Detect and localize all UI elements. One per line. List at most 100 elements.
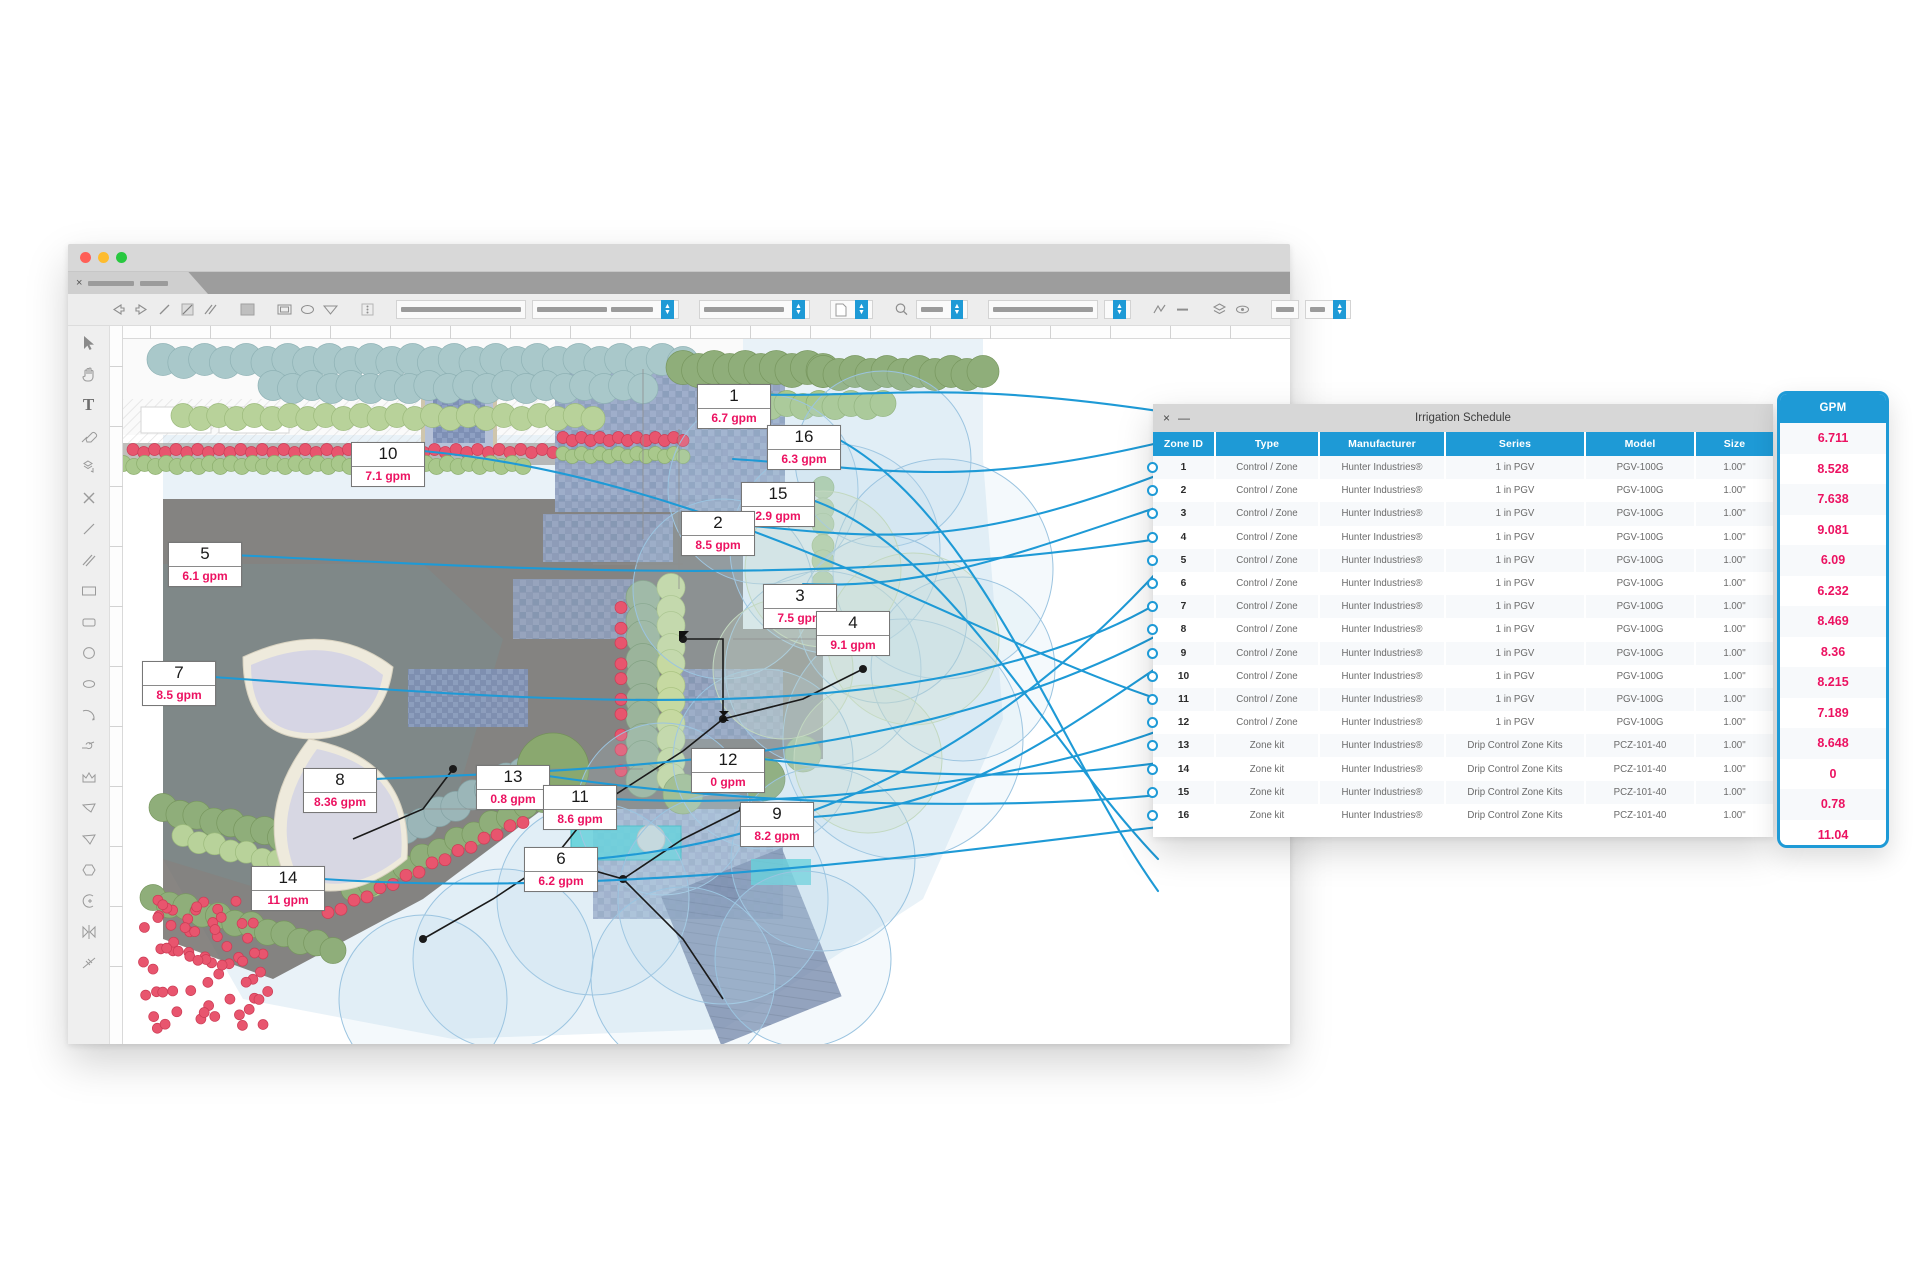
- table-row[interactable]: 6 Control / Zone Hunter Industries® 1 in PG…: [1153, 572, 1773, 595]
- table-row[interactable]: 10 Control / Zone Hunter Industries® 1 in P…: [1153, 665, 1773, 688]
- dash-icon[interactable]: [1174, 301, 1191, 318]
- zone-callout[interactable]: 8 8.36 gpm: [303, 768, 377, 813]
- table-row[interactable]: 12 Control / Zone Hunter Industries® 1 in P…: [1153, 711, 1773, 734]
- cad-document-tab[interactable]: ×: [68, 272, 208, 294]
- site-plan-drawing[interactable]: 1 6.7 gpm 16 6.3 gpm 10 7.1 gpm 15 2.9 gpm 2 8.5 …: [123, 339, 1290, 1044]
- column-header-manufacturer[interactable]: Manufacturer: [1319, 432, 1445, 456]
- table-row[interactable]: 9 Control / Zone Hunter Industries® 1 in PG…: [1153, 642, 1773, 665]
- table-row[interactable]: 11 Control / Zone Hunter Industries® 1 in P…: [1153, 688, 1773, 711]
- close-traffic-light-icon[interactable]: [80, 252, 91, 263]
- column-header-series[interactable]: Series: [1445, 432, 1585, 456]
- table-row[interactable]: 2 Control / Zone Hunter Industries® 1 in PG…: [1153, 479, 1773, 502]
- zone-callout[interactable]: 12 0 gpm: [691, 748, 765, 793]
- zone-callout[interactable]: 14 11 gpm: [251, 866, 325, 911]
- maximize-traffic-light-icon[interactable]: [116, 252, 127, 263]
- hexagon-tool-icon[interactable]: [78, 859, 100, 881]
- table-row[interactable]: 1 Control / Zone Hunter Industries® 1 in PG…: [1153, 456, 1773, 479]
- toolbar-zoom-select[interactable]: ▲ ▼: [916, 300, 968, 319]
- table-row[interactable]: 3 Control / Zone Hunter Industries® 1 in PG…: [1153, 502, 1773, 525]
- toolbar-text-field-1[interactable]: [396, 300, 526, 319]
- toolbar-select-1[interactable]: ▲ ▼: [532, 300, 679, 319]
- ellipse-tool-icon[interactable]: [78, 673, 100, 695]
- arc-dim-icon[interactable]: [78, 890, 100, 912]
- table-row[interactable]: 8 Control / Zone Hunter Industries® 1 in PG…: [1153, 618, 1773, 641]
- row-connector-dot[interactable]: [1147, 578, 1158, 589]
- double-slash-icon[interactable]: [202, 301, 219, 318]
- double-line-tool-icon[interactable]: [78, 549, 100, 571]
- table-row[interactable]: 14 Zone kit Hunter Industries® Drip Control…: [1153, 757, 1773, 780]
- toolbar-small-field[interactable]: [1271, 300, 1299, 319]
- rounded-rectangle-tool-icon[interactable]: [78, 611, 100, 633]
- polyline-icon[interactable]: [1151, 301, 1168, 318]
- freeform-tool-icon[interactable]: [78, 797, 100, 819]
- cursor-icon[interactable]: [78, 332, 100, 354]
- text-icon[interactable]: T: [78, 394, 100, 416]
- toolbar-end-select[interactable]: ▲ ▼: [1305, 300, 1351, 319]
- freeform2-tool-icon[interactable]: [78, 828, 100, 850]
- row-connector-dot[interactable]: [1147, 555, 1158, 566]
- zone-callout[interactable]: 13 0.8 gpm: [476, 765, 550, 810]
- zone-callout[interactable]: 16 6.3 gpm: [767, 425, 841, 470]
- table-row[interactable]: 4 Control / Zone Hunter Industries® 1 in PG…: [1153, 526, 1773, 549]
- row-connector-dot[interactable]: [1147, 532, 1158, 543]
- zone-callout[interactable]: 10 7.1 gpm: [351, 442, 425, 487]
- toolbar-select-2[interactable]: ▲ ▼: [699, 300, 810, 319]
- toolbar-stepper-field[interactable]: ▲ ▼: [1104, 300, 1131, 319]
- filled-square-icon[interactable]: [239, 301, 256, 318]
- search-icon[interactable]: [893, 301, 910, 318]
- zone-callout[interactable]: 11 8.6 gpm: [543, 785, 617, 830]
- undo-arrow-icon[interactable]: [110, 301, 127, 318]
- zone-callout[interactable]: 4 9.1 gpm: [816, 611, 890, 656]
- minimize-traffic-light-icon[interactable]: [98, 252, 109, 263]
- ellipse-icon[interactable]: [299, 301, 316, 318]
- pen-tool-icon[interactable]: [78, 735, 100, 757]
- table-row[interactable]: 7 Control / Zone Hunter Industries® 1 in PG…: [1153, 595, 1773, 618]
- line-icon[interactable]: [156, 301, 173, 318]
- eraser-icon[interactable]: [78, 425, 100, 447]
- zone-callout[interactable]: 1 6.7 gpm: [697, 384, 771, 429]
- column-header-size[interactable]: Size: [1695, 432, 1773, 456]
- hand-icon[interactable]: [78, 363, 100, 385]
- stepper-icon[interactable]: ▲ ▼: [1333, 300, 1346, 319]
- row-connector-dot[interactable]: [1147, 671, 1158, 682]
- row-connector-dot[interactable]: [1147, 787, 1158, 798]
- table-row[interactable]: 5 Control / Zone Hunter Industries® 1 in PG…: [1153, 549, 1773, 572]
- table-row[interactable]: 15 Zone kit Hunter Industries® Drip Control…: [1153, 781, 1773, 804]
- toolbar-page-select[interactable]: ▲ ▼: [830, 300, 873, 319]
- arc-tool-icon[interactable]: [78, 704, 100, 726]
- stepper-icon[interactable]: ▲ ▼: [951, 300, 963, 319]
- tab-close-icon[interactable]: ×: [76, 278, 82, 289]
- column-header-zone-id[interactable]: Zone ID: [1153, 432, 1215, 456]
- row-connector-dot[interactable]: [1147, 764, 1158, 775]
- stepper-icon[interactable]: ▲ ▼: [1113, 300, 1126, 319]
- stamp-icon[interactable]: [78, 456, 100, 478]
- circle-tool-icon[interactable]: [78, 642, 100, 664]
- chevron-shape-icon[interactable]: [322, 301, 339, 318]
- zone-callout[interactable]: 2 8.5 gpm: [681, 511, 755, 556]
- zone-callout[interactable]: 7 8.5 gpm: [142, 661, 216, 706]
- zone-callout[interactable]: 9 8.2 gpm: [740, 802, 814, 847]
- cad-drawing-canvas[interactable]: 1 6.7 gpm 16 6.3 gpm 10 7.1 gpm 15 2.9 gpm 2 8.5 …: [110, 326, 1290, 1044]
- column-header-type[interactable]: Type: [1215, 432, 1319, 456]
- row-connector-dot[interactable]: [1147, 462, 1158, 473]
- polygon-tool-icon[interactable]: [78, 766, 100, 788]
- dots-menu-icon[interactable]: [359, 301, 376, 318]
- close-x-icon[interactable]: [78, 487, 100, 509]
- eye-icon[interactable]: [1234, 301, 1251, 318]
- stepper-icon[interactable]: ▲ ▼: [792, 300, 805, 319]
- redo-arrow-icon[interactable]: [133, 301, 150, 318]
- row-connector-dot[interactable]: [1147, 648, 1158, 659]
- slash-box-icon[interactable]: [179, 301, 196, 318]
- frame-icon[interactable]: [276, 301, 293, 318]
- zone-callout[interactable]: 6 6.2 gpm: [524, 847, 598, 892]
- zone-callout[interactable]: 5 6.1 gpm: [168, 542, 242, 587]
- row-connector-dot[interactable]: [1147, 810, 1158, 821]
- mirror-icon[interactable]: [78, 921, 100, 943]
- line-tool-icon[interactable]: [78, 518, 100, 540]
- trim-icon[interactable]: [78, 952, 100, 974]
- column-header-model[interactable]: Model: [1585, 432, 1695, 456]
- row-connector-dot[interactable]: [1147, 694, 1158, 705]
- table-row[interactable]: 16 Zone kit Hunter Industries® Drip Control…: [1153, 804, 1773, 827]
- rectangle-tool-icon[interactable]: [78, 580, 100, 602]
- toolbar-text-field-2[interactable]: [988, 300, 1098, 319]
